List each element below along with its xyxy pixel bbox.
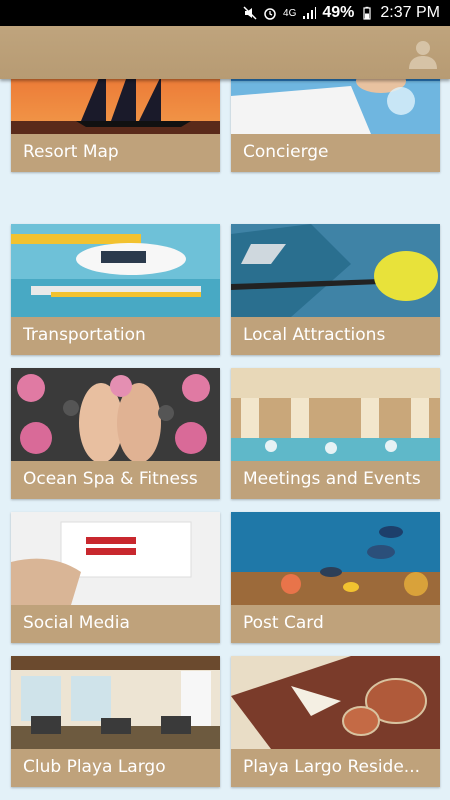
beach-sunglasses-image: [231, 656, 440, 749]
tile-club-playa-largo[interactable]: Club Playa Largo: [11, 656, 220, 787]
status-bar: 4G 49% 2:37 PM: [0, 0, 450, 26]
tile-post-card[interactable]: Post Card: [231, 512, 440, 643]
tile-meetings-events[interactable]: Meetings and Events: [231, 368, 440, 499]
tile-label: Transportation: [23, 325, 146, 345]
signal-icon: [302, 6, 317, 20]
card-in-hand-image: [11, 512, 220, 605]
user-silhouette-icon[interactable]: [406, 36, 440, 70]
club-lounge-image: [11, 656, 220, 749]
tile-label: Local Attractions: [243, 325, 386, 345]
tile-label: Ocean Spa & Fitness: [23, 469, 198, 489]
tile-label: Playa Largo Reside...: [243, 757, 420, 777]
battery-percent: 49%: [322, 4, 355, 21]
tile-playa-largo-residences[interactable]: Playa Largo Reside...: [231, 656, 440, 787]
tile-social-media[interactable]: Social Media: [11, 512, 220, 643]
tile-ocean-spa-fitness[interactable]: Ocean Spa & Fitness: [11, 368, 220, 499]
tile-label: Concierge: [243, 142, 329, 162]
tile-transportation[interactable]: Transportation: [11, 224, 220, 355]
spa-feet-roses-image: [11, 368, 220, 461]
tile-concierge[interactable]: Concierge: [231, 79, 440, 172]
tile-label: Resort Map: [23, 142, 119, 162]
tile-label: Meetings and Events: [243, 469, 421, 489]
app-header: [0, 26, 450, 79]
tile-label: Club Playa Largo: [23, 757, 166, 777]
boat-splash-image: [231, 79, 440, 134]
network-type: 4G: [283, 7, 297, 19]
menu-grid: Resort Map Concierge Transportation Loca…: [0, 79, 450, 800]
alarm-icon: [263, 6, 277, 20]
tile-resort-map[interactable]: Resort Map: [11, 79, 220, 172]
clock: 2:37 PM: [380, 4, 440, 21]
tile-label: Post Card: [243, 613, 324, 633]
battery-icon: [360, 6, 374, 20]
mute-icon: [243, 6, 257, 20]
ballroom-image: [231, 368, 440, 461]
sailboat-sunset-image: [11, 79, 220, 134]
tile-local-attractions[interactable]: Local Attractions: [231, 224, 440, 355]
seaplane-image: [11, 224, 220, 317]
coral-reef-fish-image: [231, 512, 440, 605]
kayak-paddle-image: [231, 224, 440, 317]
tile-label: Social Media: [23, 613, 130, 633]
